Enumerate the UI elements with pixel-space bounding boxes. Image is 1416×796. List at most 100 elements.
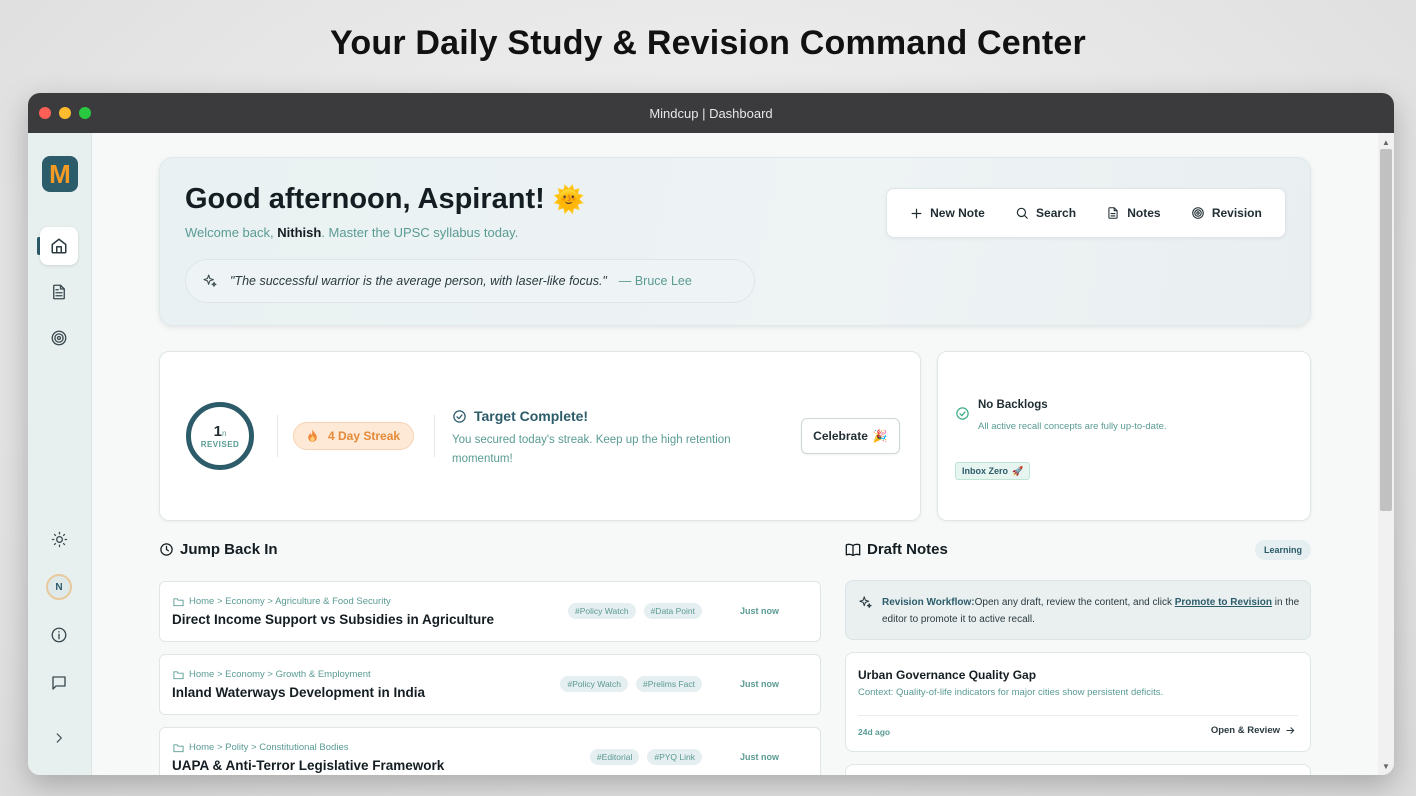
tag[interactable]: #Policy Watch <box>560 676 629 692</box>
list-item-title: Inland Waterways Development in India <box>172 685 426 700</box>
tag[interactable]: #Policy Watch <box>568 603 636 619</box>
tag-list: #Policy Watch #Prelims Fact <box>560 676 702 692</box>
scroll-up-icon[interactable]: ▲ <box>1378 135 1394 149</box>
target-icon <box>1192 207 1204 219</box>
chevron-right-icon <box>56 733 62 743</box>
draft-title: Urban Governance Quality Gap <box>858 668 1037 682</box>
quick-actions: New Note Search Notes Revision <box>886 188 1286 238</box>
breadcrumb: Home > Economy > Agriculture & Food Secu… <box>173 596 391 607</box>
revision-button[interactable]: Revision <box>1191 206 1262 220</box>
list-item-title: UAPA & Anti-Terror Legislative Framework <box>172 758 445 773</box>
draft-notes-title: Draft Notes <box>845 541 948 558</box>
quote-box: "The successful warrior is the average p… <box>185 259 755 303</box>
page-title: Good afternoon, Aspirant! 🌞 <box>185 183 585 216</box>
celebrate-label: Celebrate <box>813 429 868 443</box>
main-content: Good afternoon, Aspirant! 🌞 Welcome back… <box>92 133 1378 775</box>
target-icon <box>51 330 67 346</box>
target-title: Target Complete! <box>452 408 588 424</box>
app-logo[interactable]: M <box>42 156 78 192</box>
sun-emoji-icon: 🌞 <box>552 184 586 214</box>
welcome-prefix: Welcome back, <box>185 225 274 240</box>
scroll-thumb[interactable] <box>1380 149 1392 511</box>
party-icon: 🎉 <box>872 429 888 443</box>
quote-author: — Bruce Lee <box>618 274 692 288</box>
workflow-hint: Revision Workflow:Open any draft, review… <box>845 580 1311 640</box>
backlog-card: No Backlogs All active recall concepts a… <box>937 351 1311 521</box>
divider <box>277 415 278 457</box>
theme-toggle[interactable] <box>40 520 78 558</box>
tag[interactable]: #Prelims Fact <box>636 676 702 692</box>
search-button[interactable]: Search <box>1015 206 1076 220</box>
flame-icon <box>308 429 317 442</box>
notes-label: Notes <box>1127 206 1161 220</box>
promote-to-revision-link[interactable]: Promote to Revision <box>1175 597 1272 608</box>
document-icon <box>1108 207 1118 219</box>
sparkle-icon <box>859 596 872 609</box>
backlog-description: All active recall concepts are fully up-… <box>978 421 1167 432</box>
sidebar-item-home[interactable] <box>40 227 78 265</box>
notes-button[interactable]: Notes <box>1106 206 1161 220</box>
info-button[interactable] <box>40 616 78 654</box>
target-description: You secured today's streak. Keep up the … <box>452 434 731 465</box>
revision-label: Revision <box>1211 206 1262 220</box>
draft-note-card[interactable] <box>845 764 1311 775</box>
quote-text: "The successful warrior is the average p… <box>230 274 607 288</box>
scrollbar[interactable]: ▲ ▼ <box>1378 133 1394 775</box>
avatar[interactable]: N <box>46 574 72 600</box>
home-icon <box>51 238 67 254</box>
revised-ring: 1n REVISED <box>186 402 254 470</box>
list-item[interactable]: Home > Polity > Constitutional Bodies UA… <box>159 727 821 775</box>
welcome-suffix: . Master the UPSC syllabus today. <box>321 225 519 240</box>
scroll-down-icon[interactable]: ▼ <box>1378 759 1394 773</box>
tag[interactable]: #Editorial <box>589 749 640 765</box>
list-item[interactable]: Home > Economy > Growth & Employment Inl… <box>159 654 821 715</box>
feedback-button[interactable] <box>40 664 78 702</box>
timestamp: Just now <box>740 606 780 616</box>
stats-card: 1n REVISED 4 Day Streak Target Complete!… <box>159 351 921 521</box>
tag[interactable]: #Data Point <box>643 603 702 619</box>
expand-sidebar-button[interactable] <box>40 719 78 757</box>
search-icon <box>1016 207 1028 219</box>
jump-back-title: Jump Back In <box>159 541 278 558</box>
arrow-right-icon <box>1286 727 1295 734</box>
clock-icon <box>160 543 173 556</box>
celebrate-button[interactable]: Celebrate 🎉 <box>801 418 900 454</box>
open-review-button[interactable]: Open & Review <box>1211 725 1296 736</box>
window-title: Mindcup | Dashboard <box>649 105 773 121</box>
breadcrumb: Home > Polity > Constitutional Bodies <box>173 742 348 753</box>
minimize-window-button[interactable] <box>59 107 71 119</box>
sidebar: M N <box>28 133 92 775</box>
divider <box>858 715 1298 716</box>
workflow-text: Revision Workflow:Open any draft, review… <box>882 597 1300 625</box>
chat-icon <box>52 676 66 690</box>
tag-list: #Policy Watch #Data Point <box>568 603 702 619</box>
plus-icon <box>911 208 922 218</box>
draft-note-card[interactable]: Urban Governance Quality Gap Context: Qu… <box>845 652 1311 752</box>
sun-icon <box>51 531 67 547</box>
revised-count: 1n <box>213 423 227 440</box>
book-open-icon <box>845 543 861 557</box>
sparkle-icon <box>203 274 217 287</box>
folder-icon <box>173 597 184 606</box>
draft-context: Context: Quality-of-life indicators for … <box>858 687 1164 698</box>
backlog-title: No Backlogs <box>978 399 1048 411</box>
title-bar: Mindcup | Dashboard <box>28 93 1394 133</box>
check-circle-icon <box>956 407 969 420</box>
info-icon <box>51 627 67 643</box>
tag[interactable]: #PYQ Link <box>647 749 702 765</box>
new-note-label: New Note <box>930 206 985 220</box>
learning-badge: Learning <box>1255 540 1312 560</box>
close-window-button[interactable] <box>39 107 51 119</box>
app-window: Mindcup | Dashboard M N Good afternoon, … <box>28 93 1394 775</box>
page-headline: Your Daily Study & Revision Command Cent… <box>330 24 1086 62</box>
timestamp: Just now <box>740 679 780 689</box>
new-note-button[interactable]: New Note <box>910 206 985 220</box>
list-item[interactable]: Home > Economy > Agriculture & Food Secu… <box>159 581 821 642</box>
check-circle-icon <box>453 409 466 423</box>
sidebar-item-notes[interactable] <box>40 273 78 311</box>
maximize-window-button[interactable] <box>79 107 91 119</box>
inbox-zero-badge: Inbox Zero 🚀 <box>955 462 1031 480</box>
hero-card: Good afternoon, Aspirant! 🌞 Welcome back… <box>159 157 1311 326</box>
search-label: Search <box>1036 206 1077 220</box>
sidebar-item-revision[interactable] <box>40 319 78 357</box>
